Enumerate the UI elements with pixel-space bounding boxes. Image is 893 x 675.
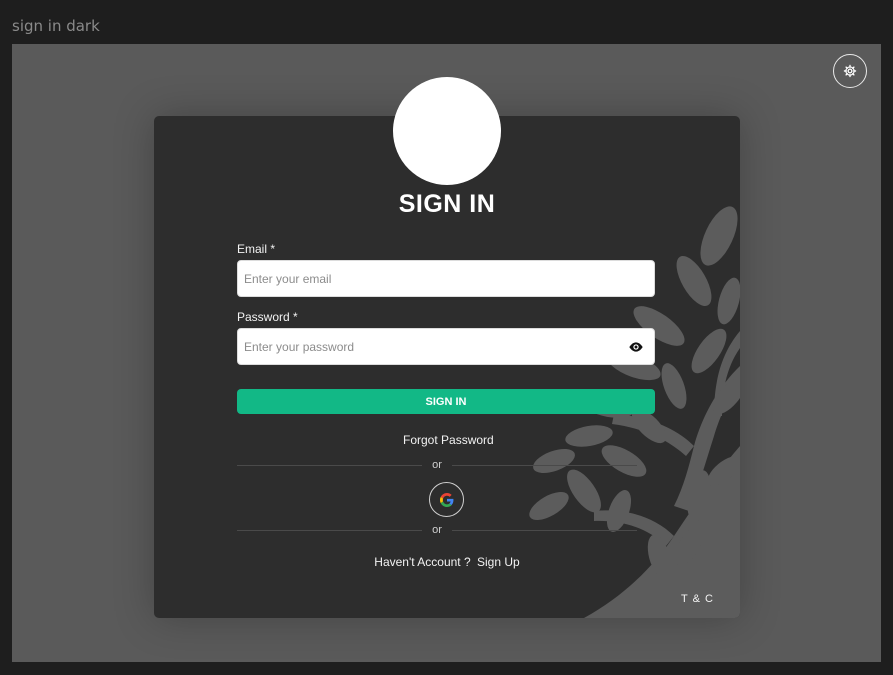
signup-prompt: Haven't Account ? Sign Up (154, 555, 740, 569)
email-field[interactable] (238, 261, 654, 296)
password-field-wrapper (237, 328, 655, 365)
divider-2: or (237, 523, 637, 537)
page-title: SIGN IN (398, 190, 496, 218)
email-label: Email * (237, 242, 276, 256)
gear-icon (843, 64, 857, 78)
divider-line (237, 529, 423, 531)
window-title: sign in dark (12, 17, 100, 35)
divider-line (237, 464, 423, 466)
email-field-wrapper (237, 260, 655, 297)
page-stage: SIGN IN Email * Password * SIGN IN Forgo… (12, 44, 881, 662)
divider-1: or (237, 458, 637, 472)
forgot-password-link[interactable]: Forgot Password (403, 433, 494, 447)
eye-icon[interactable] (628, 340, 644, 354)
sign-in-button[interactable]: SIGN IN (237, 389, 655, 414)
divider-text: or (432, 524, 442, 536)
avatar (393, 77, 501, 185)
divider-text: or (432, 459, 442, 471)
divider-line (451, 464, 637, 466)
sign-up-link[interactable]: Sign Up (477, 555, 520, 569)
google-icon (439, 492, 453, 507)
no-account-text: Haven't Account ? (374, 555, 471, 569)
settings-button[interactable] (833, 54, 867, 88)
divider-line (451, 529, 637, 531)
password-label: Password * (237, 310, 298, 324)
password-field[interactable] (238, 329, 654, 364)
google-signin-button[interactable] (429, 482, 464, 517)
title-bar: sign in dark (0, 0, 893, 44)
terms-link[interactable]: T & C (681, 593, 714, 605)
